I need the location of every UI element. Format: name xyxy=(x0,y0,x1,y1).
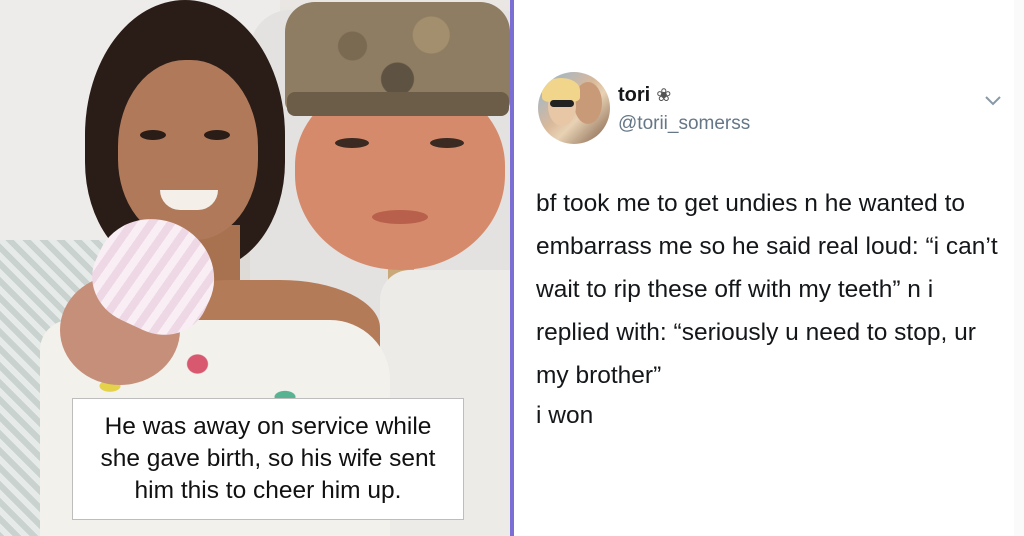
photo-caption: He was away on service while she gave bi… xyxy=(72,398,464,520)
tweet-card: tori ❀ @torii_somerss bf took me to get u… xyxy=(514,0,1024,536)
scrollbar[interactable] xyxy=(1014,0,1024,536)
flower-badge-icon: ❀ xyxy=(656,85,672,105)
display-name[interactable]: tori ❀ xyxy=(618,84,671,107)
user-handle[interactable]: @torii_somerss xyxy=(618,113,750,135)
mother-face xyxy=(118,60,258,240)
mother-eye-left xyxy=(140,130,166,140)
mother-eye-right xyxy=(204,130,230,140)
cutout-eye-left xyxy=(335,138,369,148)
avatar-hair xyxy=(542,78,580,102)
cutout-mouth xyxy=(372,210,428,224)
chevron-down-icon[interactable] xyxy=(984,90,1002,113)
chevron-down-svg xyxy=(985,96,1001,106)
meme-image: He was away on service while she gave bi… xyxy=(0,0,1024,536)
tweet-text-footer: i won xyxy=(536,402,594,429)
tweet-text: bf took me to get undies n he wanted to … xyxy=(536,190,998,389)
cutout-eye-right xyxy=(430,138,464,148)
camo-cap-brim xyxy=(287,92,509,116)
display-name-text: tori xyxy=(618,84,651,106)
avatar-sunglasses xyxy=(550,100,574,107)
hospital-photo: He was away on service while she gave bi… xyxy=(0,0,510,536)
avatar[interactable] xyxy=(538,72,610,144)
